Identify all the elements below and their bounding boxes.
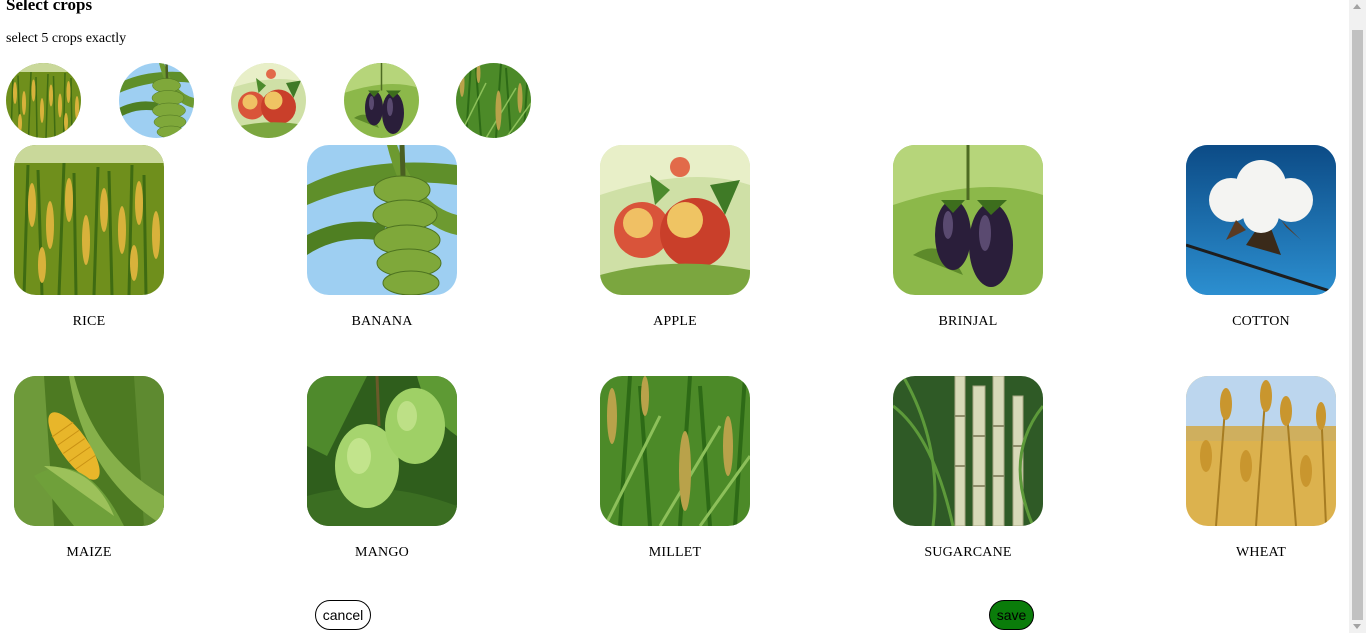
crop-label: RICE — [72, 314, 106, 329]
apple-photo-icon — [231, 63, 306, 138]
crop-label: APPLE — [653, 314, 697, 329]
crop-label: SUGARCANE — [924, 545, 1012, 560]
cotton-photo-icon — [1186, 145, 1336, 295]
selected-crop-rice[interactable] — [6, 63, 81, 138]
mango-photo-icon — [307, 376, 457, 526]
crop-card-maize[interactable] — [14, 376, 164, 526]
crop-card-cotton[interactable] — [1186, 145, 1336, 295]
crop-label: MANGO — [355, 545, 409, 560]
save-button[interactable]: save — [989, 600, 1034, 630]
crop-card-apple[interactable] — [600, 145, 750, 295]
brinjal-photo-icon — [893, 145, 1043, 295]
selected-crop-brinjal[interactable] — [344, 63, 419, 138]
banana-photo-icon — [307, 145, 457, 295]
scroll-down-arrow-icon[interactable] — [1353, 624, 1361, 629]
crop-label: MILLET — [648, 545, 702, 560]
wheat-photo-icon — [1186, 376, 1336, 526]
crop-label: BANANA — [351, 314, 413, 329]
crop-card-rice[interactable] — [14, 145, 164, 295]
apple-photo-icon — [600, 145, 750, 295]
vertical-scrollbar[interactable] — [1349, 0, 1366, 633]
crop-card-mango[interactable] — [307, 376, 457, 526]
crop-label: WHEAT — [1236, 545, 1286, 560]
crop-card-millet[interactable] — [600, 376, 750, 526]
brinjal-photo-icon — [344, 63, 419, 138]
instruction-text: select 5 crops exactly — [6, 31, 127, 46]
selected-crop-banana[interactable] — [119, 63, 194, 138]
millet-photo-icon — [456, 63, 531, 138]
crop-card-wheat[interactable] — [1186, 376, 1336, 526]
rice-photo-icon — [14, 145, 164, 295]
cancel-button[interactable]: cancel — [315, 600, 371, 630]
page-title: Select crops — [6, 0, 93, 14]
maize-photo-icon — [14, 376, 164, 526]
scrollbar-thumb[interactable] — [1352, 30, 1363, 620]
banana-photo-icon — [119, 63, 194, 138]
crop-card-banana[interactable] — [307, 145, 457, 295]
sugarcane-photo-icon — [893, 376, 1043, 526]
rice-photo-icon — [6, 63, 81, 138]
selected-crop-millet[interactable] — [456, 63, 531, 138]
crop-label: BRINJAL — [938, 314, 998, 329]
selected-crop-apple[interactable] — [231, 63, 306, 138]
crop-label: COTTON — [1232, 314, 1290, 329]
millet-photo-icon — [600, 376, 750, 526]
crop-card-brinjal[interactable] — [893, 145, 1043, 295]
crop-label: MAIZE — [66, 545, 112, 560]
crop-card-sugarcane[interactable] — [893, 376, 1043, 526]
scroll-up-arrow-icon[interactable] — [1353, 4, 1361, 9]
